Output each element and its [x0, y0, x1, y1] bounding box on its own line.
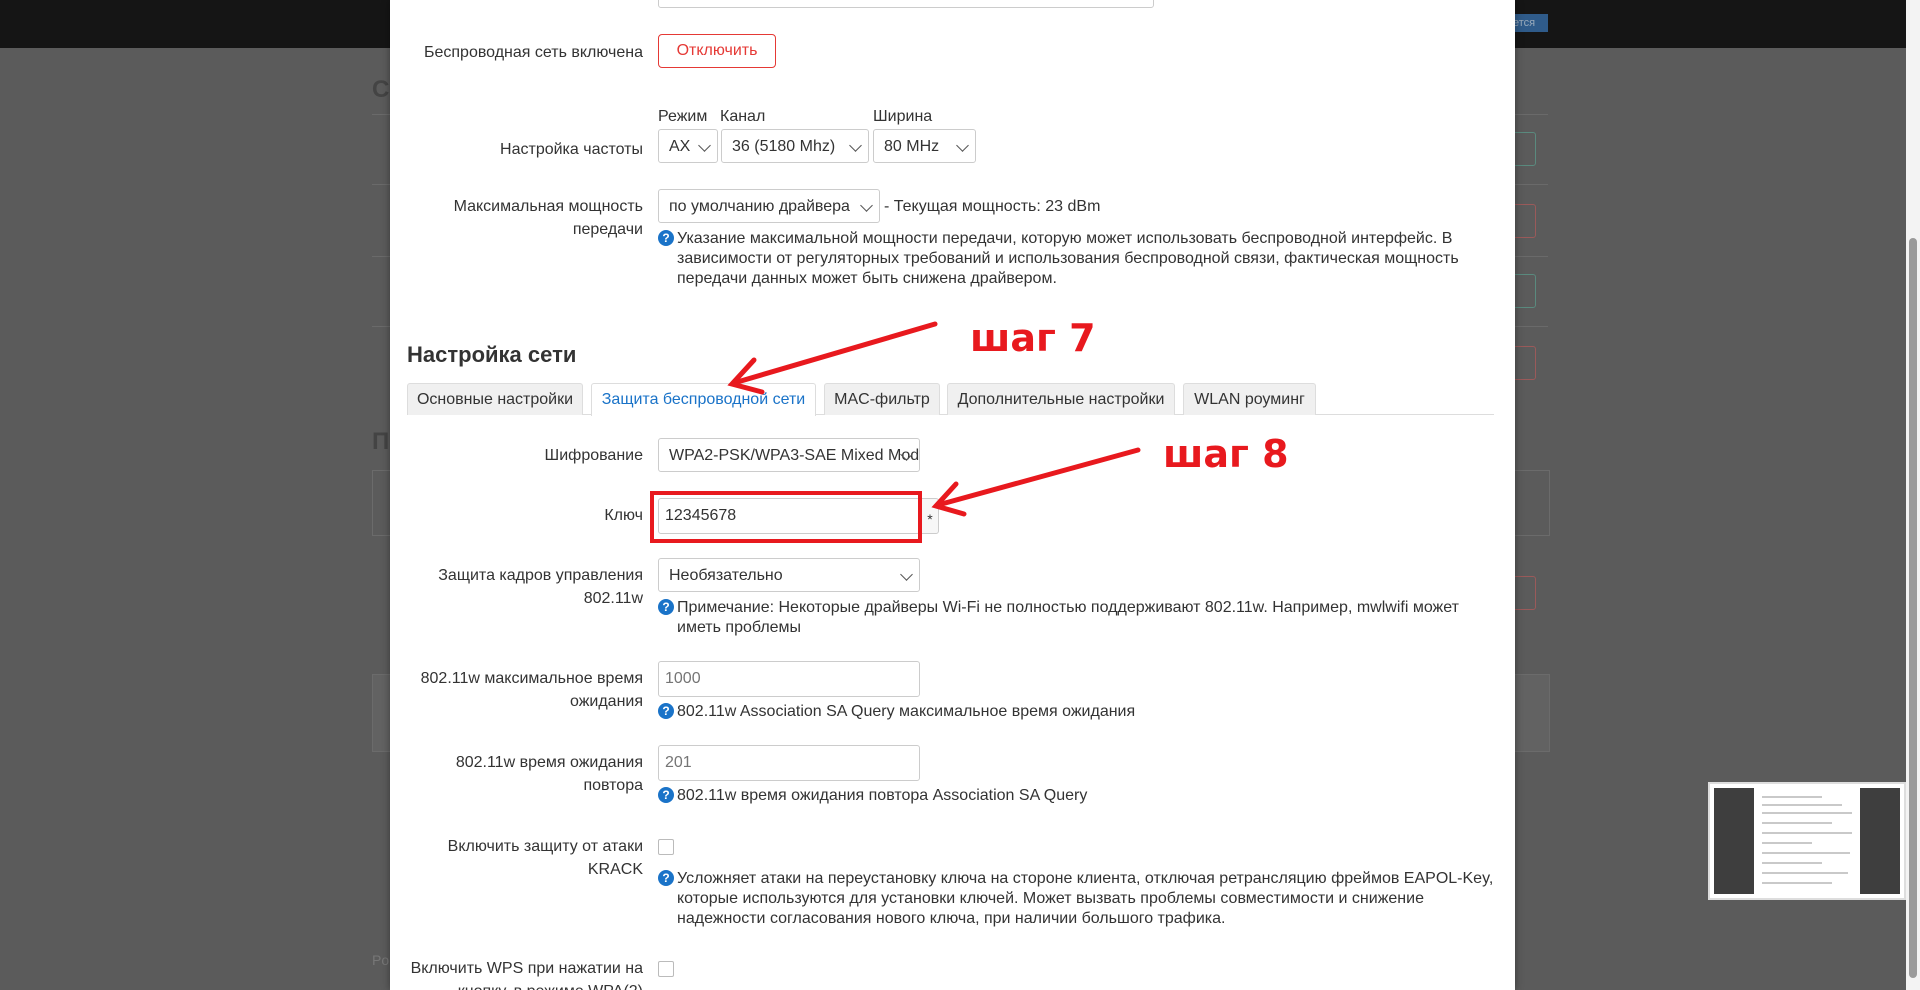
mode-select[interactable]: AX	[658, 129, 718, 163]
top-cutoff-select[interactable]	[658, 0, 1154, 8]
krack-help: Усложняет атаки на переустановку ключа н…	[677, 870, 1494, 927]
thumbnail-line	[1762, 842, 1812, 844]
krack-checkbox[interactable]	[658, 839, 674, 855]
width-select[interactable]: 80 MHz	[873, 129, 976, 163]
question-circle-icon: ?	[658, 870, 674, 886]
tx-power-label: Максимальная мощность передачи	[453, 198, 643, 238]
tab-mac-filter[interactable]: MAC-фильтр	[824, 383, 940, 415]
retry-timeout-label: 802.11w время ожидания повтора	[455, 754, 643, 794]
thumbnail-modal	[1754, 788, 1860, 894]
tab-wlan-roaming[interactable]: WLAN роуминг	[1183, 383, 1316, 415]
frequency-label: Настройка частоты	[500, 141, 643, 158]
tx-power-help: Указание максимальной мощности передачи,…	[677, 230, 1459, 287]
channel-value: 36 (5180 Mhz)	[732, 138, 836, 155]
encryption-value: WPA2-PSK/WPA3-SAE Mixed Mode	[669, 447, 920, 464]
thumbnail-line	[1762, 812, 1852, 814]
background-heading-2: П	[372, 428, 390, 455]
max-timeout-help: 802.11w Association SA Query максимально…	[677, 703, 1136, 720]
thumbnail-line	[1762, 822, 1832, 824]
tab-advanced-settings[interactable]: Дополнительные настройки	[947, 383, 1175, 415]
wireless-settings-modal: Беспроводная сеть включена Отключить Реж…	[390, 0, 1515, 990]
mode-value: AX	[669, 138, 691, 155]
thumbnail-line	[1762, 804, 1842, 806]
question-circle-icon: ?	[658, 230, 674, 246]
question-circle-icon: ?	[658, 599, 674, 615]
network-settings-title: Настройка сети	[407, 342, 577, 367]
thumbnail-line	[1762, 832, 1852, 834]
screenshot-thumbnail[interactable]	[1708, 782, 1906, 900]
channel-label: Канал	[720, 108, 766, 125]
background-footer: Po	[372, 952, 390, 968]
chevron-down-icon	[956, 139, 969, 152]
encryption-label: Шифрование	[544, 447, 643, 464]
tx-power-value: по умолчанию драйвера	[669, 198, 850, 215]
mgmt-protection-value: Необязательно	[669, 567, 783, 584]
mgmt-protection-select[interactable]: Необязательно	[658, 558, 920, 592]
key-highlight-rect	[650, 491, 922, 543]
thumbnail-line	[1762, 872, 1848, 874]
encryption-select[interactable]: WPA2-PSK/WPA3-SAE Mixed Mode	[658, 438, 920, 472]
step8-annotation: шаг 8	[1163, 432, 1289, 476]
question-circle-icon: ?	[658, 703, 674, 719]
tx-power-select[interactable]: по умолчанию драйвера	[658, 189, 880, 223]
max-timeout-input[interactable]	[658, 661, 920, 697]
width-value: 80 MHz	[884, 138, 940, 155]
thumbnail-line	[1762, 852, 1850, 854]
disable-wireless-button[interactable]: Отключить	[658, 34, 776, 68]
wireless-enabled-label: Беспроводная сеть включена	[423, 44, 643, 61]
width-label: Ширина	[873, 108, 933, 125]
channel-select[interactable]: 36 (5180 Mhz)	[721, 129, 869, 163]
chevron-down-icon	[900, 568, 913, 581]
tab-basic-settings[interactable]: Основные настройки	[407, 383, 583, 415]
thumbnail-line	[1762, 862, 1822, 864]
thumbnail-image	[1714, 788, 1900, 894]
thumbnail-line	[1762, 882, 1832, 884]
krack-label: Включить защиту от атаки KRACK	[447, 838, 643, 878]
question-circle-icon: ?	[658, 787, 674, 803]
key-label: Ключ	[604, 507, 643, 524]
retry-timeout-help: 802.11w время ожидания повтора Associati…	[677, 787, 1088, 804]
background-heading: С	[372, 76, 390, 103]
mgmt-protection-label: Защита кадров управления 802.11w	[438, 567, 643, 607]
max-timeout-label: 802.11w максимальное время ожидания	[420, 670, 643, 710]
current-power-text: - Текущая мощность: 23 dBm	[884, 198, 1101, 215]
chevron-down-icon	[860, 199, 873, 212]
chevron-down-icon	[698, 139, 711, 152]
wps-label: Включить WPS при нажатии на кнопку, в ре…	[410, 960, 643, 990]
step7-annotation: шаг 7	[970, 316, 1096, 360]
wps-checkbox[interactable]	[658, 961, 674, 977]
retry-timeout-input[interactable]	[658, 745, 920, 781]
chevron-down-icon	[849, 139, 862, 152]
thumbnail-line	[1762, 796, 1822, 798]
reveal-password-button[interactable]: *	[921, 498, 939, 534]
mode-label: Режим	[658, 108, 708, 125]
tab-wireless-security[interactable]: Защита беспроводной сети	[591, 383, 816, 416]
mgmt-protection-help: Примечание: Некоторые драйверы Wi-Fi не …	[677, 599, 1459, 636]
scrollbar-thumb[interactable]	[1909, 238, 1917, 978]
